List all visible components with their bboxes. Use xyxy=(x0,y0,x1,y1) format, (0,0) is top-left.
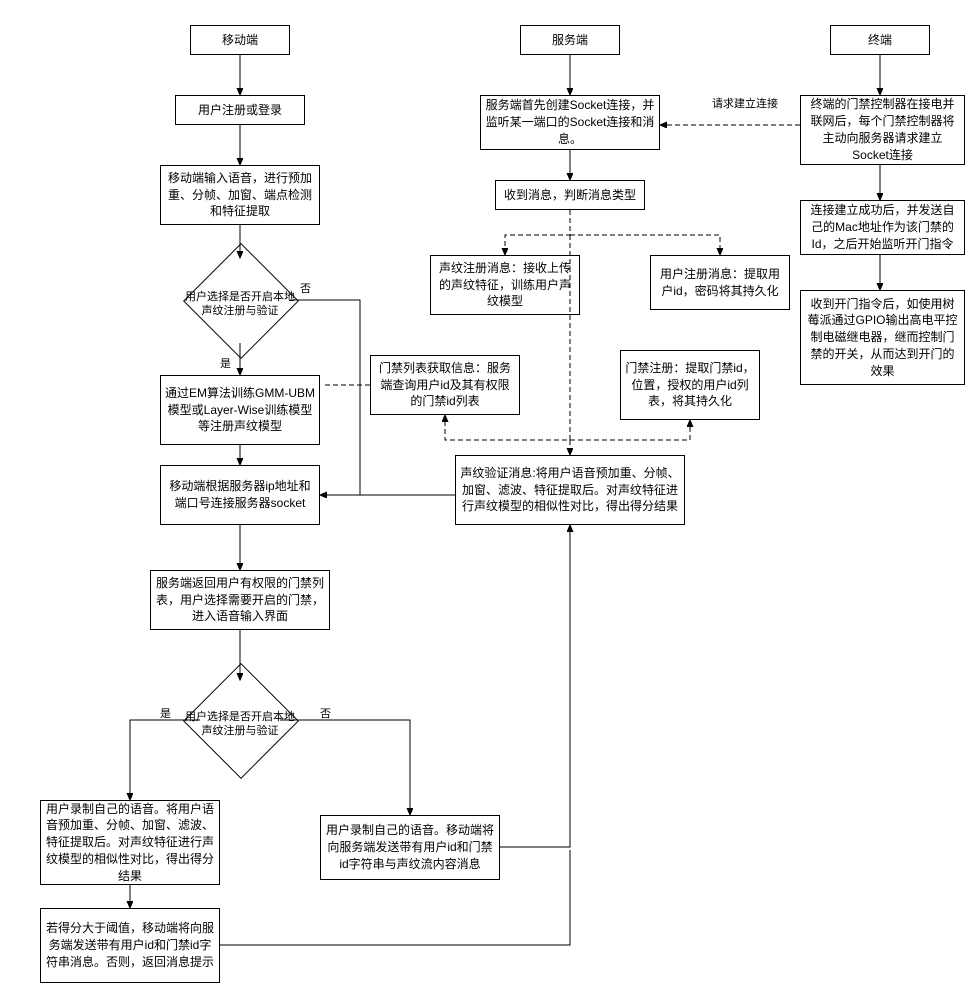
lane-server: 服务端 xyxy=(520,25,620,55)
mobile-local-record: 用户录制自己的语音。将用户语音预加重、分帧、加窗、滤波、特征提取后。对声纹特征进… xyxy=(40,800,220,885)
mobile-decision2-label: 用户选择是否开启本地声纹注册与验证 xyxy=(180,710,300,739)
mobile-register-login: 用户注册或登录 xyxy=(175,95,305,125)
server-vp-verify: 声纹验证消息:将用户语音预加重、分帧、加窗、滤波、特征提取后。对声纹特征进行声纹… xyxy=(455,455,685,525)
label-yes-2: 是 xyxy=(160,705,171,721)
label-no-1: 否 xyxy=(300,280,311,296)
mobile-decision1-label: 用户选择是否开启本地声纹注册与验证 xyxy=(180,290,300,319)
label-request-conn: 请求建立连接 xyxy=(710,95,780,111)
terminal-send-mac: 连接建立成功后，并发送自己的Mac地址作为该门禁的Id，之后开始监听开门指令 xyxy=(800,200,965,255)
lane-terminal-label: 终端 xyxy=(868,32,892,49)
lane-server-label: 服务端 xyxy=(552,32,588,49)
lane-terminal: 终端 xyxy=(830,25,930,55)
label-no-2: 否 xyxy=(320,705,331,721)
mobile-voice-input: 移动端输入语音，进行预加重、分帧、加窗、端点检测和特征提取 xyxy=(160,165,320,225)
terminal-open-door: 收到开门指令后，如使用树莓派通过GPIO输出高电平控制电磁继电器，继而控制门禁的… xyxy=(800,290,965,385)
mobile-remote-record: 用户录制自己的语音。移动端将向服务端发送带有用户id和门禁id字符串与声纹流内容… xyxy=(320,815,500,880)
server-receive-msg: 收到消息，判断消息类型 xyxy=(495,180,645,210)
mobile-connect-socket: 移动端根据服务器ip地址和端口号连接服务器socket xyxy=(160,465,320,525)
terminal-controller: 终端的门禁控制器在接电并联网后，每个门禁控制器将主动向服务器请求建立Socket… xyxy=(800,95,965,165)
server-create-socket: 服务端首先创建Socket连接，并监听某一端口的Socket连接和消息。 xyxy=(480,95,660,150)
lane-mobile: 移动端 xyxy=(190,25,290,55)
server-door-register: 门禁注册：提取门禁id，位置，授权的用户id列表，将其持久化 xyxy=(620,350,760,420)
label-yes-1: 是 xyxy=(220,355,231,371)
server-vp-register: 声纹注册消息：接收上传的声纹特征，训练用户声纹模型 xyxy=(430,255,580,315)
server-door-list: 门禁列表获取信息：服务端查询用户id及其有权限的门禁id列表 xyxy=(370,355,520,415)
mobile-return-list: 服务端返回用户有权限的门禁列表，用户选择需要开启的门禁，进入语音输入界面 xyxy=(150,570,330,630)
mobile-train-model: 通过EM算法训练GMM-UBM模型或Layer-Wise训练模型等注册声纹模型 xyxy=(160,375,320,445)
lane-mobile-label: 移动端 xyxy=(222,32,258,49)
mobile-score-send: 若得分大于阈值，移动端将向服务端发送带有用户id和门禁id字符串消息。否则，返回… xyxy=(40,908,220,983)
server-user-register: 用户注册消息：提取用户id，密码将其持久化 xyxy=(650,255,790,310)
